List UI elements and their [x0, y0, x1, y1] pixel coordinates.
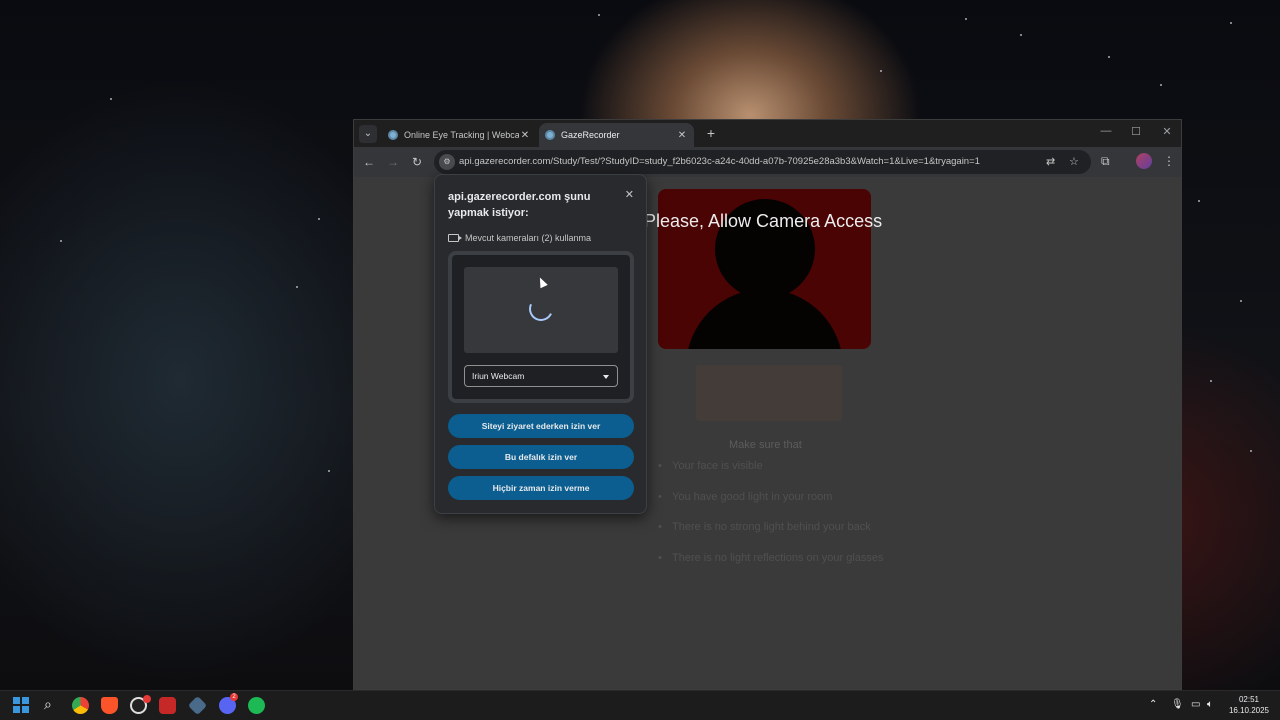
chrome-icon[interactable] [72, 697, 89, 714]
gazerecorder-favicon-icon [545, 130, 555, 140]
allow-this-time-button[interactable]: Bu defalık izin ver [448, 445, 634, 469]
camera-permission-popup: api.gazerecorder.com şunu yapmak istiyor… [434, 174, 647, 514]
permission-row: Mevcut kameraları (2) kullanma [448, 233, 591, 243]
tab-online-eye-tracking[interactable]: Online Eye Tracking | Webcam Eye Trackin… [382, 123, 537, 147]
allow-while-visiting-button[interactable]: Siteyi ziyaret ederken izin ver [448, 414, 634, 438]
extensions-icon[interactable]: ⧉ [1101, 154, 1110, 169]
tab-title: GazeRecorder [561, 130, 620, 140]
make-sure-label: Make sure that [729, 439, 802, 451]
list-item: There is no light reflections on your gl… [658, 551, 884, 582]
volume-icon[interactable]: 🔈︎ [1207, 699, 1213, 710]
windows-start-icon[interactable] [13, 697, 30, 714]
clock-time[interactable]: 02:51 [1224, 695, 1274, 704]
brave-icon[interactable] [101, 697, 118, 714]
tab-close-icon[interactable]: ✕ [676, 130, 688, 141]
app-icon[interactable] [159, 697, 176, 714]
loading-spinner-icon [525, 293, 557, 325]
camera-select-value: Iriun Webcam [472, 371, 525, 381]
search-icon[interactable]: ⌕ [44, 696, 52, 713]
new-tab-button[interactable]: + [702, 124, 720, 142]
permission-label: Mevcut kameraları (2) kullanma [465, 233, 592, 243]
window-close-icon[interactable]: ✕ [1157, 125, 1177, 138]
tab-strip: ⌄ Online Eye Tracking | Webcam Eye Track… [354, 120, 1181, 147]
taskbar: ⌕ 2 ⌃ 🎙︎ ▭ 🔈︎ 02:51 16.10.2025 [0, 690, 1280, 720]
url-text[interactable]: api.gazerecorder.com/Study/Test/?StudyID… [459, 156, 980, 167]
menu-icon[interactable]: ⋮ [1163, 154, 1175, 168]
tab-gazerecorder[interactable]: GazeRecorder ✕ [539, 123, 694, 147]
discord-icon[interactable]: 2 [219, 693, 238, 714]
tips-list: Your face is visible You have good light… [658, 459, 884, 581]
forward-icon[interactable]: → [385, 154, 401, 170]
network-icon[interactable]: ▭ [1191, 699, 1200, 710]
maximize-icon[interactable]: ☐ [1126, 125, 1146, 138]
translate-icon[interactable]: ⇄ [1046, 155, 1055, 168]
profile-avatar[interactable] [1136, 153, 1152, 169]
gazerecorder-favicon-icon [388, 130, 398, 140]
list-item: Your face is visible [658, 459, 884, 490]
site-info-icon[interactable]: ⚙ [439, 154, 455, 170]
camera-preview [464, 267, 618, 353]
camera-select[interactable]: Iriun Webcam [464, 365, 618, 387]
reload-icon[interactable]: ↻ [409, 154, 425, 170]
spotify-icon[interactable] [248, 697, 265, 714]
app-icon[interactable] [187, 695, 208, 716]
tab-title: Online Eye Tracking | Webcam Eye Trackin… [404, 130, 519, 140]
mouse-cursor-icon [536, 275, 548, 289]
clock-date[interactable]: 16.10.2025 [1224, 706, 1274, 715]
video-camera-icon [448, 234, 462, 242]
bookmark-star-icon[interactable]: ☆ [1069, 155, 1079, 168]
chevron-up-icon[interactable]: ⌃ [1149, 699, 1157, 710]
popup-title: api.gazerecorder.com şunu yapmak istiyor… [448, 191, 591, 219]
microphone-icon[interactable]: 🎙︎ [1171, 699, 1184, 710]
camera-preview-frame: Iriun Webcam [448, 251, 634, 403]
popup-close-icon[interactable]: ✕ [625, 188, 634, 201]
app-icon[interactable] [130, 695, 151, 714]
list-item: There is no strong light behind your bac… [658, 520, 884, 551]
page-heading: Please, Allow Camera Access [644, 211, 883, 231]
never-allow-button[interactable]: Hiçbir zaman izin verme [448, 476, 634, 500]
faded-button [696, 365, 842, 421]
dropdown-caret-icon [603, 375, 609, 379]
back-icon[interactable]: ← [361, 154, 377, 170]
minimize-icon[interactable]: — [1096, 125, 1116, 137]
tab-search-button[interactable]: ⌄ [359, 125, 377, 143]
tab-close-icon[interactable]: ✕ [519, 130, 531, 141]
address-bar[interactable]: ⚙ api.gazerecorder.com/Study/Test/?Study… [434, 150, 1091, 174]
list-item: You have good light in your room [658, 490, 884, 521]
browser-toolbar: ← → ↻ ⚙ api.gazerecorder.com/Study/Test/… [354, 147, 1181, 177]
